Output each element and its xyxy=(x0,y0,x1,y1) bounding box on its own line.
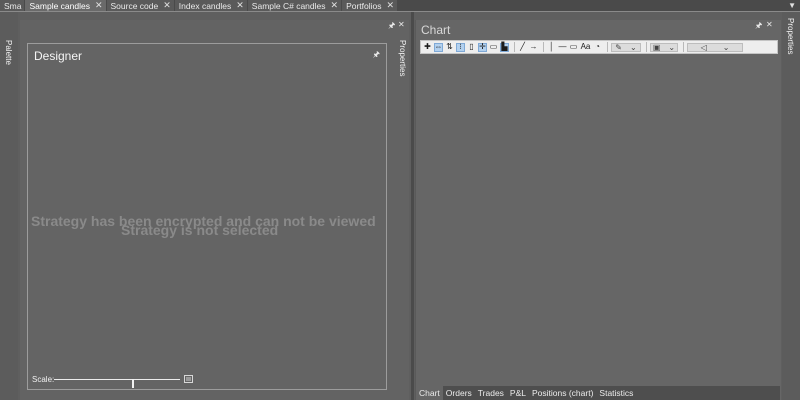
pin-icon[interactable]: 🖈 xyxy=(755,20,762,34)
chevron-down-icon: ⌄ xyxy=(668,42,676,52)
not-selected-message: Strategy is not selected xyxy=(121,222,279,238)
tab-index-candles[interactable]: Index candles ✕ xyxy=(174,0,248,11)
document-icon[interactable]: ▯ xyxy=(467,43,476,52)
scale-control: Scale: xyxy=(32,375,382,388)
pencil-icon: ✎ xyxy=(615,42,622,52)
crosshair-move-icon[interactable]: ✚ xyxy=(423,43,432,52)
tab-label: Portfolios xyxy=(346,0,382,11)
pane-splitter[interactable] xyxy=(411,12,414,400)
tab-sma[interactable]: Sma xyxy=(0,0,26,11)
document-tab-bar: Sma Sample candles ✕ Source code ✕ Index… xyxy=(0,0,800,12)
close-icon[interactable]: ✕ xyxy=(95,0,103,11)
tab-label: Sample C# candles xyxy=(251,0,326,11)
tab-pnl[interactable]: P&L xyxy=(507,386,529,400)
palette-label[interactable]: Palette xyxy=(4,40,13,65)
palette-strip[interactable]: Palette xyxy=(0,12,18,400)
line-style-icon: ◁ xyxy=(700,42,707,52)
pin-icon[interactable]: 🖈 xyxy=(373,49,380,63)
close-icon[interactable]: ✕ xyxy=(398,20,405,29)
toolbar-separator xyxy=(646,42,647,52)
save-dropdown[interactable]: ▣ ⌄ xyxy=(650,42,678,52)
tab-sample-csharp-candles[interactable]: Sample C# candles ✕ xyxy=(247,0,343,11)
pan-horizontal-icon[interactable]: ⇔ xyxy=(434,42,443,52)
tab-portfolios[interactable]: Portfolios ✕ xyxy=(342,0,399,11)
designer-title: Designer xyxy=(34,49,83,63)
color-picker-dropdown[interactable]: ✎ ⌄ xyxy=(611,42,641,52)
tab-label: Sample candles xyxy=(29,0,90,11)
tab-trades[interactable]: Trades xyxy=(475,386,507,400)
tab-orders[interactable]: Orders xyxy=(443,386,475,400)
close-icon[interactable]: ✕ xyxy=(766,20,773,29)
tab-positions-chart[interactable]: Positions (chart) xyxy=(529,386,596,400)
scale-slider[interactable] xyxy=(54,379,180,388)
pin-icon[interactable]: 🖈 xyxy=(388,20,395,34)
crosshair-icon[interactable]: ✛ xyxy=(478,42,487,52)
vertical-line-icon[interactable]: │ xyxy=(547,43,556,52)
fit-to-screen-icon[interactable] xyxy=(184,375,193,383)
scale-label: Scale: xyxy=(32,375,55,384)
chart-canvas[interactable] xyxy=(416,56,780,386)
properties-tab-left[interactable]: Properties xyxy=(398,40,407,76)
close-icon[interactable]: ✕ xyxy=(387,0,395,11)
tab-statistics[interactable]: Statistics xyxy=(596,386,636,400)
rectangle-icon[interactable]: ▭ xyxy=(569,43,578,52)
chart-type-dropdown[interactable]: ◁ ⌄ xyxy=(687,42,743,52)
text-icon[interactable]: Aa xyxy=(580,43,591,52)
tab-source-code[interactable]: Source code ✕ xyxy=(106,0,175,11)
close-icon[interactable]: ✕ xyxy=(236,0,244,11)
arrow-icon[interactable]: → xyxy=(529,43,538,52)
designer-panel: Designer 🖈 Strategy has been encrypted a… xyxy=(27,43,387,390)
save-icon: ▣ xyxy=(652,42,661,52)
gauge-icon[interactable]: ◔ xyxy=(593,43,602,52)
chevron-down-icon: ⌄ xyxy=(722,42,730,52)
toolbar-separator xyxy=(683,42,684,52)
chart-bottom-tabs: Chart Orders Trades P&L Positions (chart… xyxy=(416,386,780,400)
properties-strip[interactable]: Properties xyxy=(782,12,800,400)
scale-slider-thumb[interactable] xyxy=(132,379,134,388)
close-icon[interactable]: ✕ xyxy=(331,0,339,11)
properties-tab-right[interactable]: Properties xyxy=(786,18,795,54)
toolbar-separator xyxy=(514,42,515,52)
layout-icon[interactable]: ▙ xyxy=(500,42,509,52)
vertical-range-icon[interactable]: ⁝ xyxy=(456,42,465,52)
chevron-down-icon[interactable]: ▼ xyxy=(788,0,796,11)
chart-toolbar: ✚ ⇔ ⇅ ⁝ ▯ ✛ ▭ ▙ ╱ → │ — ▭ Aa ◔ ✎ ⌄ ▣ ⌄ ◁… xyxy=(420,40,778,54)
toolbar-separator xyxy=(607,42,608,52)
chart-title: Chart xyxy=(421,23,451,37)
horizontal-line-icon[interactable]: — xyxy=(558,43,567,52)
tab-sample-candles[interactable]: Sample candles ✕ xyxy=(25,0,107,11)
line-icon[interactable]: ╱ xyxy=(518,43,527,52)
tab-label: Source code xyxy=(110,0,159,11)
tab-label: Sma xyxy=(4,0,22,11)
chevron-down-icon: ⌄ xyxy=(630,42,637,52)
annotation-icon[interactable]: ▭ xyxy=(489,43,498,52)
tab-chart[interactable]: Chart xyxy=(416,386,443,400)
tab-label: Index candles xyxy=(178,0,232,11)
toolbar-separator xyxy=(543,42,544,52)
sort-arrows-icon[interactable]: ⇅ xyxy=(445,43,454,52)
close-icon[interactable]: ✕ xyxy=(163,0,171,11)
